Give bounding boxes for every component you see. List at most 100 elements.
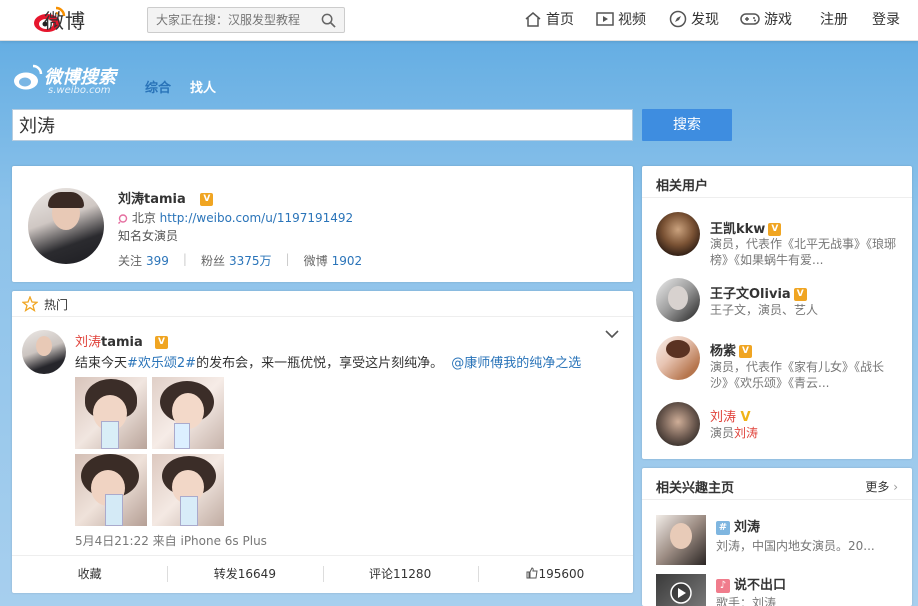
nav-home[interactable]: 首页	[524, 9, 574, 29]
top-search-box[interactable]	[147, 7, 345, 33]
follow-stat[interactable]: 关注 399	[118, 252, 169, 269]
fans-count: 3375万	[228, 254, 272, 268]
comment-button[interactable]: 评论11280	[322, 556, 478, 593]
nav-games[interactable]: 游戏	[740, 9, 792, 29]
user-name-row: 刘涛tamia V	[118, 188, 214, 207]
post-avatar[interactable]	[22, 330, 66, 374]
main-search-input[interactable]	[13, 110, 632, 140]
verified-icon: V	[200, 193, 214, 206]
related-avatar[interactable]	[656, 212, 700, 256]
top-nav: 微博 首页 视频 发现 游戏 注册 登录	[0, 0, 918, 41]
weibo-stat[interactable]: 微博 1902	[304, 252, 363, 269]
related-user-name[interactable]: 王子文Olivia V	[710, 283, 807, 302]
nav-discover-label: 发现	[691, 12, 719, 28]
thumbs-up-icon	[526, 567, 539, 579]
tab-comprehensive[interactable]: 综合	[145, 77, 171, 96]
nav-games-label: 游戏	[764, 12, 792, 28]
logo-text[interactable]: 微博	[44, 5, 86, 34]
nav-home-label: 首页	[546, 12, 574, 28]
follow-count: 399	[146, 254, 169, 268]
hot-post-card: 热门 刘涛tamia V 结束今天#欢乐颂2#的发布会，来一瓶优悦，享受这片刻纯…	[12, 291, 633, 593]
related-user-name[interactable]: 杨紫 V	[710, 340, 753, 359]
nav-discover[interactable]: 发现	[669, 9, 719, 29]
user-stats: 关注 399 | 粉丝 3375万 | 微博 1902	[118, 252, 362, 269]
interest-name[interactable]: ♪ 说不出口	[716, 574, 786, 593]
location-pin-icon	[118, 213, 128, 224]
register-link[interactable]: 注册	[820, 9, 848, 29]
weibo-label: 微博	[303, 254, 328, 268]
interest-pages-card: 相关兴趣主页 更多 › # 刘涛 刘涛，中国内地女演员。20... ♪ 说不出口 歌…	[642, 468, 912, 606]
post-text-part: 的发布会，来一瓶优悦，享受这片刻纯净。	[196, 356, 444, 371]
post-actions: 收藏 转发16649 评论11280 195600	[12, 555, 633, 593]
hashtag-link[interactable]: #欢乐颂2#	[127, 356, 196, 371]
user-description: 知名女演员	[118, 229, 179, 243]
user-url-link[interactable]: http://weibo.com/u/1197191492	[160, 211, 354, 225]
login-link[interactable]: 登录	[872, 9, 900, 29]
related-users-title: 相关用户	[656, 179, 709, 194]
related-user-desc: 演员，代表作《北平无战事》《琅琊榜》《如果蜗牛有爱...	[710, 237, 897, 267]
stat-divider: |	[182, 252, 187, 266]
repost-button[interactable]: 转发16649	[167, 556, 322, 593]
related-user-name-text: 杨紫	[710, 344, 737, 359]
nav-video[interactable]: 视频	[596, 9, 646, 29]
related-user-name-text: 刘涛	[710, 410, 737, 425]
divider	[642, 499, 912, 500]
play-icon	[670, 582, 692, 604]
music-icon: ♪	[716, 578, 730, 593]
weibo-search-logo-icon	[14, 64, 43, 90]
related-user-desc: 演员，代表作《家有儿女》《战长沙》《欢乐颂》《青云...	[710, 360, 885, 390]
like-count: 195600	[538, 567, 585, 581]
user-avatar[interactable]	[28, 188, 104, 264]
nav-video-label: 视频	[618, 12, 646, 28]
post-image[interactable]	[75, 454, 147, 526]
interest-image[interactable]	[656, 515, 706, 565]
video-icon	[596, 12, 614, 26]
interest-name-text: 说不出口	[734, 578, 787, 593]
related-user-name-text: 王子文Olivia	[710, 287, 791, 302]
chevron-down-icon[interactable]	[605, 329, 619, 339]
related-user-name[interactable]: 王凯kkw V	[710, 218, 782, 237]
star-icon	[22, 296, 38, 312]
post-image[interactable]	[152, 377, 224, 449]
user-location: 北京	[131, 211, 156, 225]
related-avatar[interactable]	[656, 402, 700, 446]
related-avatar[interactable]	[656, 278, 700, 322]
fans-stat[interactable]: 粉丝 3375万	[201, 252, 272, 269]
verified-icon: V	[740, 410, 751, 425]
verified-icon: V	[154, 336, 168, 349]
divider	[642, 197, 912, 198]
weibo-count: 1902	[331, 254, 363, 268]
user-location-row: 北京 http://weibo.com/u/1197191492	[118, 209, 353, 226]
search-button[interactable]: 搜索	[642, 109, 732, 141]
interest-desc: 刘涛，中国内地女演员。20...	[716, 539, 875, 553]
interest-name-text: 刘涛	[734, 520, 761, 535]
verified-icon: V	[768, 223, 782, 236]
verified-icon: V	[793, 288, 807, 301]
gamepad-icon	[740, 13, 760, 25]
mention-link[interactable]: @康师傅我的纯净之选	[451, 356, 581, 371]
home-icon	[525, 12, 541, 27]
search-brand-sub: s.weibo.com	[48, 85, 111, 96]
post-meta[interactable]: 5月4日21:22 来自 iPhone 6s Plus	[75, 532, 267, 549]
post-text: 结束今天#欢乐颂2#的发布会，来一瓶优悦，享受这片刻纯净。 @康师傅我的纯净之选	[75, 352, 581, 371]
main-search-box[interactable]	[12, 109, 633, 141]
interest-name[interactable]: # 刘涛	[716, 516, 760, 535]
user-result-card: 刘涛tamia V 北京 http://weibo.com/u/11971914…	[12, 166, 633, 282]
hot-label: 热门	[44, 298, 69, 312]
user-name[interactable]: 刘涛tamia	[118, 192, 186, 207]
post-image[interactable]	[152, 454, 224, 526]
compass-icon	[669, 10, 687, 28]
top-search-input[interactable]	[148, 8, 313, 32]
related-avatar[interactable]	[656, 336, 700, 380]
more-label: 更多	[865, 480, 890, 494]
related-user-name[interactable]: 刘涛 V	[710, 406, 752, 425]
post-image[interactable]	[75, 377, 147, 449]
post-author[interactable]: 刘涛tamia V	[75, 331, 168, 350]
hot-header: 热门	[12, 291, 633, 317]
tab-find-people[interactable]: 找人	[190, 77, 216, 96]
search-icon[interactable]	[321, 13, 336, 28]
like-button[interactable]: 195600	[477, 556, 633, 593]
favorite-button[interactable]: 收藏	[12, 556, 167, 593]
interest-image[interactable]	[656, 574, 706, 606]
more-link[interactable]: 更多 ›	[865, 478, 898, 495]
